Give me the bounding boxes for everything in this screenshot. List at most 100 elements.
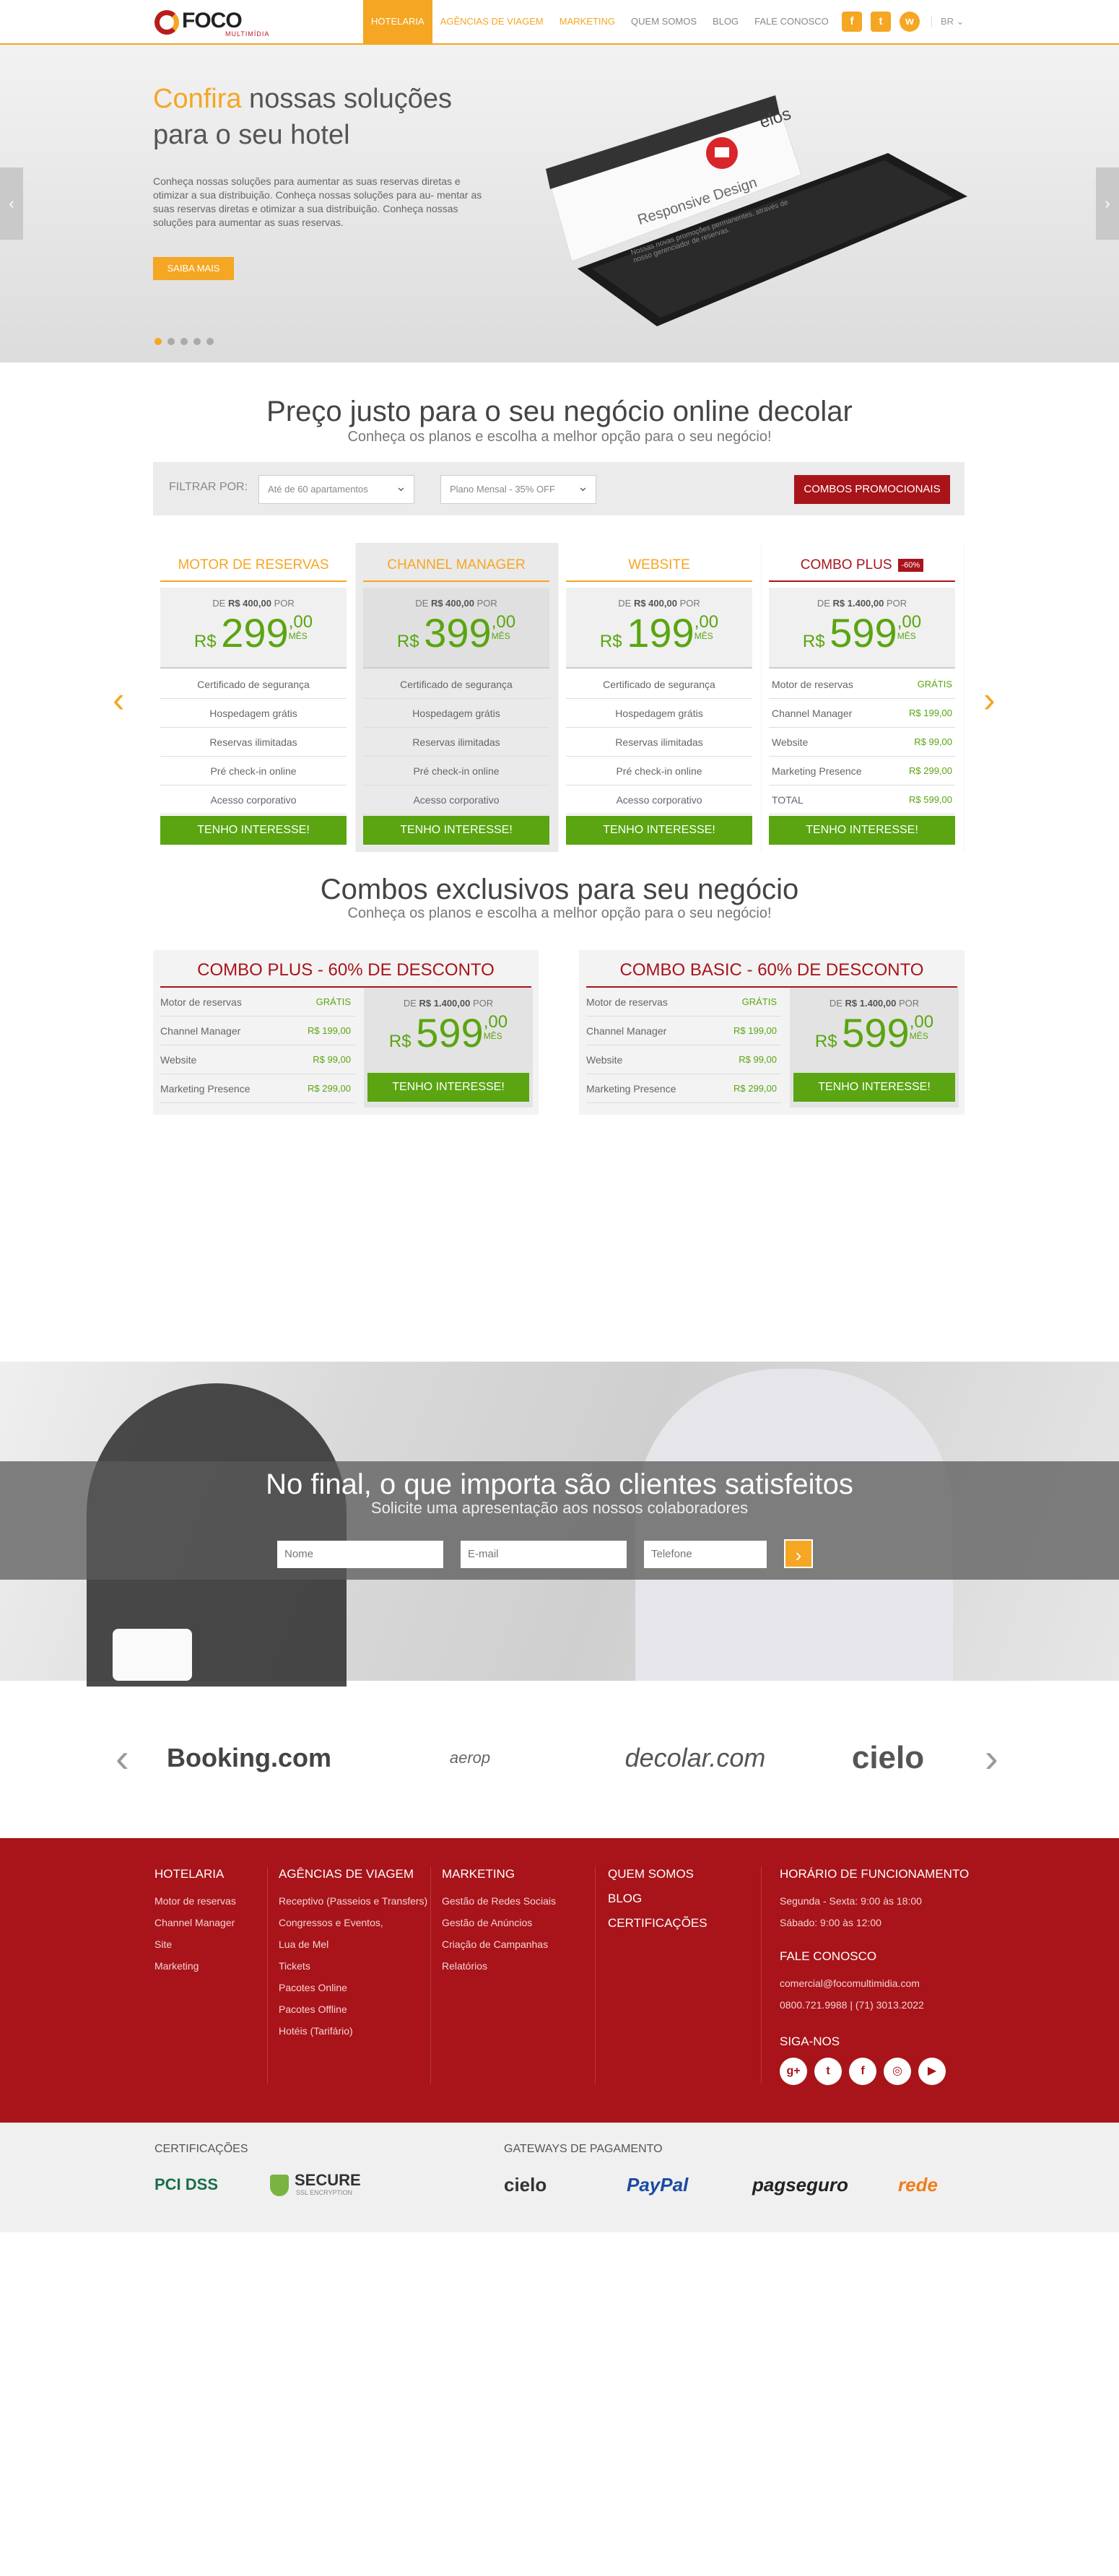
slider-dot[interactable] bbox=[180, 338, 188, 345]
interest-button[interactable]: TENHO INTERESSE! bbox=[367, 1073, 529, 1102]
price-por: POR bbox=[476, 598, 497, 609]
footer-link-certificacoes[interactable]: CERTIFICAÇÕES bbox=[608, 1916, 707, 1931]
price-de: DE bbox=[817, 598, 830, 609]
language-selector[interactable]: BR ⌄ bbox=[931, 16, 965, 27]
phone-input[interactable] bbox=[644, 1541, 767, 1568]
plan-feature: Acesso corporativo bbox=[363, 786, 549, 814]
footer-link[interactable]: Motor de reservas bbox=[154, 1890, 236, 1912]
footer-link[interactable]: Congressos e Eventos, bbox=[279, 1912, 427, 1933]
footer-link[interactable]: Pacotes Offline bbox=[279, 1998, 427, 2020]
price-de: DE bbox=[212, 598, 226, 609]
combos-promocionais-button[interactable]: COMBOS PROMOCIONAIS bbox=[794, 475, 950, 504]
footer-link[interactable]: Marketing bbox=[154, 1955, 236, 1977]
combos-title: Combos exclusivos para seu negócio bbox=[320, 874, 799, 905]
partners-next-arrow-icon[interactable]: › bbox=[985, 1733, 998, 1783]
nav-agencias[interactable]: AGÊNCIAS DE VIAGEM bbox=[432, 0, 552, 43]
slider-dot[interactable] bbox=[167, 338, 175, 345]
row-label: Channel Manager bbox=[772, 708, 853, 719]
footer-link[interactable]: Tickets bbox=[279, 1955, 427, 1977]
hero-prev-arrow-icon[interactable]: ‹ bbox=[0, 167, 23, 240]
google-plus-icon[interactable]: g+ bbox=[780, 2058, 807, 2085]
footer-link[interactable]: Lua de Mel bbox=[279, 1933, 427, 1955]
logo-subtext: MULTIMÍDIA bbox=[225, 30, 270, 38]
interest-button[interactable]: TENHO INTERESSE! bbox=[566, 816, 752, 845]
plans-prev-arrow-icon[interactable]: ‹ bbox=[113, 679, 125, 721]
email-input[interactable] bbox=[461, 1541, 627, 1568]
interest-button[interactable]: TENHO INTERESSE! bbox=[769, 816, 955, 845]
whatsapp-icon[interactable]: w bbox=[900, 12, 920, 32]
hero-title: Confira nossas soluções para o seu hotel bbox=[153, 81, 514, 153]
slider-dot[interactable] bbox=[206, 338, 214, 345]
row-value: R$ 299,00 bbox=[733, 1083, 777, 1094]
nav-hotelaria[interactable]: HOTELARIA bbox=[363, 0, 432, 43]
footer-link[interactable]: Gestão de Redes Sociais bbox=[442, 1890, 556, 1912]
twitter-icon[interactable]: t bbox=[814, 2058, 842, 2085]
twitter-icon[interactable]: t bbox=[871, 12, 891, 32]
footer-link[interactable]: Gestão de Anúncios bbox=[442, 1912, 556, 1933]
hero-text: Conheça nossas soluções para aumentar as… bbox=[153, 175, 482, 228]
footer-link-quem-somos[interactable]: QUEM SOMOS bbox=[608, 1867, 707, 1881]
price-por: POR bbox=[274, 598, 295, 609]
hero-next-arrow-icon[interactable]: › bbox=[1096, 167, 1119, 240]
row-label: Marketing Presence bbox=[586, 1083, 676, 1095]
price-mes: MÊS bbox=[909, 1031, 928, 1041]
plan-card: COMBO PLUS -60% DE R$ 1.400,00 POR R$ 599… bbox=[762, 543, 964, 852]
plan-feature: Certificado de segurança bbox=[363, 670, 549, 699]
plans-next-arrow-icon[interactable]: › bbox=[983, 679, 996, 721]
plan-row: Marketing Presence R$ 299,00 bbox=[769, 757, 955, 786]
interest-button[interactable]: TENHO INTERESSE! bbox=[363, 816, 549, 845]
interest-button[interactable]: TENHO INTERESSE! bbox=[160, 816, 347, 845]
facebook-icon[interactable]: f bbox=[849, 2058, 876, 2085]
footer-link[interactable]: Channel Manager bbox=[154, 1912, 236, 1933]
apartments-select[interactable]: Até de 60 apartamentos bbox=[258, 473, 414, 504]
footer-link[interactable]: Relatórios bbox=[442, 1955, 556, 1977]
price-old: R$ 400,00 bbox=[227, 598, 271, 609]
logo[interactable]: FOCO MULTIMÍDIA bbox=[153, 6, 276, 39]
plan-price: DE R$ 400,00 POR R$ 399,00 MÊS bbox=[363, 588, 549, 669]
saiba-mais-button[interactable]: SAIBA MAIS bbox=[153, 257, 234, 280]
youtube-icon[interactable]: ▶ bbox=[918, 2058, 946, 2085]
footer-heading[interactable]: AGÊNCIAS DE VIAGEM bbox=[279, 1867, 427, 1881]
footer-link[interactable]: Criação de Campanhas bbox=[442, 1933, 556, 1955]
plan-feature: Hospedagem grátis bbox=[566, 699, 752, 728]
footer-hours: Segunda - Sexta: 9:00 às 18:00 bbox=[780, 1895, 922, 1907]
cielo-logo: cielo bbox=[504, 2174, 547, 2196]
name-input[interactable] bbox=[277, 1541, 443, 1568]
plan-select[interactable]: Plano Mensal - 35% OFF bbox=[440, 473, 596, 504]
interest-button[interactable]: TENHO INTERESSE! bbox=[793, 1073, 955, 1102]
plan-feature: Pré check-in online bbox=[160, 757, 347, 786]
nav-blog[interactable]: BLOG bbox=[705, 0, 746, 43]
price-currency: R$ bbox=[802, 632, 825, 651]
partners-prev-arrow-icon[interactable]: ‹ bbox=[116, 1733, 129, 1783]
plan-feature: Hospedagem grátis bbox=[160, 699, 347, 728]
combo-card: COMBO BASIC - 60% DE DESCONTO Motor de r… bbox=[579, 950, 965, 1115]
footer-link[interactable]: Receptivo (Passeios e Transfers) bbox=[279, 1890, 427, 1912]
slider-dot[interactable] bbox=[193, 338, 201, 345]
price-por: POR bbox=[679, 598, 700, 609]
footer-link[interactable]: Pacotes Online bbox=[279, 1977, 427, 1998]
slider-dot[interactable] bbox=[154, 338, 162, 345]
nav-marketing[interactable]: MARKETING bbox=[552, 0, 623, 43]
footer-link[interactable]: Site bbox=[154, 1933, 236, 1955]
price-int: 199 bbox=[627, 610, 695, 656]
price-por: POR bbox=[898, 998, 920, 1009]
price-currency: R$ bbox=[388, 1032, 412, 1051]
site-header: FOCO MULTIMÍDIA HOTELARIA AGÊNCIAS DE VI… bbox=[0, 0, 1119, 45]
footer-heading[interactable]: MARKETING bbox=[442, 1867, 556, 1881]
footer-email[interactable]: comercial@focomultimidia.com bbox=[780, 1972, 969, 1994]
facebook-icon[interactable]: f bbox=[842, 12, 862, 32]
send-arrow-icon[interactable]: › bbox=[784, 1539, 813, 1568]
plan-feature: Hospedagem grátis bbox=[363, 699, 549, 728]
price-cents: ,00 bbox=[288, 612, 313, 632]
footer-heading[interactable]: HOTELARIA bbox=[154, 1867, 236, 1881]
price-de: DE bbox=[618, 598, 632, 609]
row-value: R$ 199,00 bbox=[308, 1025, 351, 1036]
footer-link[interactable]: Hotéis (Tarifário) bbox=[279, 2020, 427, 2042]
plan-name: CHANNEL MANAGER bbox=[363, 557, 549, 582]
footer-link-blog[interactable]: BLOG bbox=[608, 1892, 707, 1906]
nav-fale-conosco[interactable]: FALE CONOSCO bbox=[746, 0, 837, 43]
row-label: Channel Manager bbox=[586, 1025, 667, 1037]
nav-quem-somos[interactable]: QUEM SOMOS bbox=[623, 0, 705, 43]
price-int: 599 bbox=[416, 1010, 484, 1056]
instagram-icon[interactable]: ◎ bbox=[884, 2058, 911, 2085]
